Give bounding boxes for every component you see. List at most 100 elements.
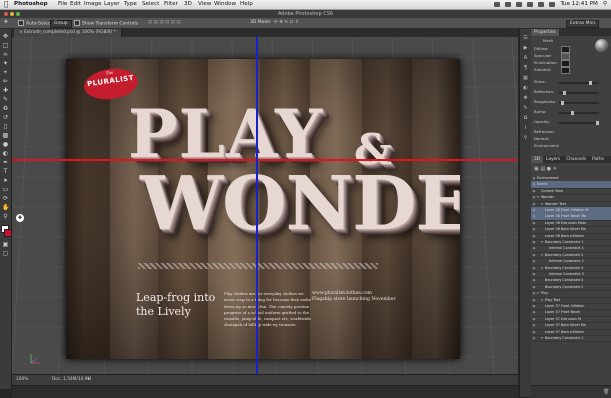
3d-filter-buttons[interactable]: ▣ ▤ ● ☀ [534,165,608,173]
document-tab[interactable]: × Extrude_completed.psd @ 100% (RGB/8) * [14,29,122,37]
opacity-slider[interactable] [559,121,599,125]
info-icon[interactable]: i [522,125,529,131]
adjustments-icon[interactable]: ◐ [522,85,529,91]
layer-item[interactable]: ◉ ▾ Boundary Constraint 1 [531,335,611,343]
zoom-level[interactable]: 100% [16,375,28,385]
layers-panel-footer: 🗑 [531,385,611,398]
background-color-swatch[interactable] [4,229,12,237]
illumination-swatch[interactable] [561,60,570,67]
dropbox-icon[interactable] [494,2,501,7]
document-info[interactable]: Doc: 1.54M/14.9M [52,375,91,385]
tab-channels[interactable]: Channels [563,156,589,163]
volume-icon[interactable] [538,2,545,7]
menu-image[interactable]: Image [84,0,102,9]
actions-icon[interactable]: ▶ [522,45,529,51]
menu-3d[interactable]: 3D [184,0,192,9]
roughness-slider[interactable] [559,101,599,105]
shine-slider[interactable] [559,81,599,85]
history-icon[interactable]: ☰ [522,35,529,41]
zoom-window-button[interactable] [16,12,20,16]
lasso-tool[interactable]: ∞ [2,51,9,58]
swatches-icon[interactable]: ▦ [522,75,529,81]
close-window-button[interactable] [4,12,8,16]
eye-icon[interactable]: ◉ [531,335,537,341]
3d-tool[interactable]: ⟳ [2,195,9,202]
move-tool[interactable]: ✥ [2,33,9,40]
3d-axis-icon[interactable] [28,352,42,366]
menu-view[interactable]: View [198,0,211,9]
3d-text-play[interactable]: PLAY [128,101,323,167]
marquee-tool[interactable]: □ [2,42,9,49]
quick-select-tool[interactable]: ✦ [2,60,9,67]
menu-window[interactable]: Window [214,0,236,9]
tab-3d[interactable]: 3D [531,156,544,163]
menu-filter[interactable]: Filter [164,0,178,9]
healing-tool[interactable]: ✚ [2,87,9,94]
properties-tab[interactable]: Properties [531,29,559,36]
align-buttons[interactable]: ▤ ▤ ▤ ▤ ▤ ▤ [148,20,181,26]
reflection-slider[interactable] [559,91,599,95]
auto-select-dropdown[interactable]: Group [50,20,72,28]
gradient-tool[interactable]: ▩ [2,132,9,139]
diffuse-swatch[interactable] [561,46,570,53]
show-transform-checkbox[interactable]: Show Transform Controls [74,20,138,28]
styles-icon[interactable]: ❖ [522,95,529,101]
vertical-guide[interactable] [256,37,258,374]
menu-type[interactable]: Type [124,0,137,9]
horizontal-guide[interactable] [12,159,518,161]
3d-mode-buttons[interactable]: ⟳ ✥ ↻ ⇄ ⇕ [274,20,299,26]
3d-mode-label: 3D Mode: [250,20,272,25]
menu-edit[interactable]: Edit [70,0,81,9]
properties-panel-header[interactable]: Properties [531,29,611,36]
ambient-swatch[interactable] [561,67,570,74]
battery-icon[interactable] [549,2,556,7]
clone-source-icon[interactable]: ♻ [522,115,529,121]
move-tool-icon[interactable]: ✥ [4,20,8,26]
menu-layer[interactable]: Layer [104,0,120,9]
eyedropper-tool[interactable]: ✏ [2,78,9,85]
screen-mode-icon[interactable]: ▢ [2,250,9,257]
bump-slider[interactable] [559,111,599,115]
delete-icon[interactable]: 🗑 [603,389,611,395]
history-brush-tool[interactable]: ↺ [2,114,9,121]
blur-tool[interactable]: ● [2,141,9,148]
spotlight-icon[interactable]: ⚲ [603,0,607,9]
quick-mask-icon[interactable]: ▣ [2,241,9,248]
tab-paths[interactable]: Paths [589,156,607,163]
crop-tool[interactable]: ⌖ [2,69,9,76]
character-icon[interactable]: A [522,55,529,61]
paragraph-icon[interactable]: ¶ [522,65,529,71]
apple-icon[interactable]:  [4,0,8,9]
shape-tool[interactable]: ▭ [2,186,9,193]
type-tool[interactable]: T [2,168,9,175]
pen-tool[interactable]: ✒ [2,159,9,166]
status-arrow-icon[interactable]: ▸ [88,375,90,385]
workspace-switcher[interactable]: Extras Mini [566,20,599,28]
layer-label: Layer 37 Front Bevel [545,310,581,315]
3d-origin-widget[interactable]: ✚ [16,214,24,222]
tab-layers[interactable]: Layers [543,156,563,163]
brush-presets-icon[interactable]: ✎ [522,105,529,111]
minimize-window-button[interactable] [10,12,14,16]
dodge-tool[interactable]: ◐ [2,150,9,157]
path-select-tool[interactable]: ➤ [2,177,9,184]
wifi-icon[interactable] [527,2,534,7]
material-preview-sphere[interactable] [595,39,609,53]
3d-text-wonder[interactable]: WONDER [140,167,460,241]
hand-tool[interactable]: ✋ [2,204,9,211]
canvas-area[interactable]: The PLURALIST PLAY & WONDER Leap-frog in… [12,37,518,374]
menu-help[interactable]: Help [240,0,253,9]
app-menu[interactable]: Photoshop [14,0,48,9]
specular-swatch[interactable] [561,53,570,60]
stamp-tool[interactable]: ♻ [2,105,9,112]
bluetooth-icon[interactable] [516,2,523,7]
menubar-clock[interactable]: Tue 12:41 PM [560,0,597,9]
zoom-tool[interactable]: ⚲ [2,213,9,220]
auto-select-checkbox[interactable]: Auto-Select: [18,20,54,28]
menu-select[interactable]: Select [142,0,159,9]
eraser-tool[interactable]: ▯ [2,123,9,130]
timemachine-icon[interactable] [505,2,512,7]
menu-file[interactable]: File [58,0,67,9]
brush-tool[interactable]: ✎ [2,96,9,103]
navigator-icon[interactable]: ⚲ [522,135,529,141]
